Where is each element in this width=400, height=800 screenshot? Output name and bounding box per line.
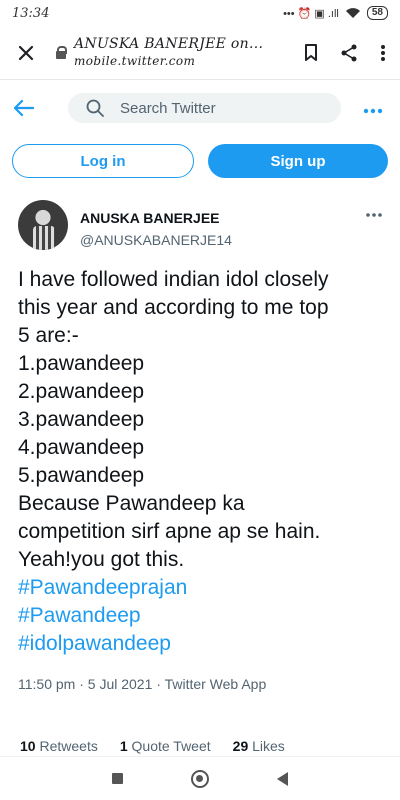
user-handle[interactable]: @ANUSKABANERJE14 <box>80 229 232 251</box>
retweets-count: 10 <box>20 738 36 754</box>
more-options-button[interactable] <box>363 103 383 114</box>
search-input[interactable]: Search Twitter <box>68 93 341 123</box>
auth-buttons: Log in Sign up <box>12 144 388 178</box>
bookmark-button[interactable] <box>304 43 318 62</box>
more-horizontal-icon <box>366 213 382 217</box>
lock-icon <box>56 46 67 59</box>
likes-label: Likes <box>252 738 285 754</box>
browser-toolbar: ANUSKA BANERJEE on... mobile.twitter.com <box>0 26 400 80</box>
status-indicator-icons: ••• ⏰ ▣ .ıll <box>283 7 339 20</box>
tweet-timestamp[interactable]: 11:50 pm · 5 Jul 2021 · Twitter Web App <box>18 676 382 692</box>
arrow-left-icon <box>14 100 34 116</box>
url-block[interactable]: ANUSKA BANERJEE on... mobile.twitter.com <box>42 36 304 70</box>
search-placeholder: Search Twitter <box>120 99 216 117</box>
retweets-stat[interactable]: 10 Retweets <box>20 738 98 754</box>
bookmark-icon <box>305 43 317 61</box>
likes-stat[interactable]: 29 Likes <box>233 738 285 754</box>
home-button[interactable] <box>191 769 209 788</box>
more-vertical-icon <box>381 44 385 61</box>
close-tab-button[interactable] <box>10 37 42 69</box>
tweet-line: competition sirf apne ap se hain. <box>18 520 321 543</box>
tweet-line: 1.pawandeep <box>18 352 145 375</box>
more-horizontal-icon <box>363 108 383 113</box>
page-title: ANUSKA BANERJEE on... <box>74 35 264 52</box>
hashtag-link[interactable]: #Pawandeeprajan <box>18 574 382 602</box>
menu-button[interactable] <box>380 44 386 62</box>
back-nav-button[interactable] <box>277 771 288 786</box>
share-button[interactable] <box>340 44 358 62</box>
tweet-line: 5.pawandeep <box>18 464 145 487</box>
tweet-text: I have followed indian idol closely this… <box>18 266 382 658</box>
close-icon <box>18 45 34 60</box>
twitter-header: Search Twitter <box>0 80 400 136</box>
battery-icon: 58 <box>366 6 388 20</box>
quotes-count: 1 <box>119 738 128 754</box>
tweet-line: this year and according to me top <box>18 296 329 319</box>
recents-button[interactable] <box>112 773 123 784</box>
tweet-line: 4.pawandeep <box>18 436 145 459</box>
tweet-line: I have followed indian idol closely <box>18 268 329 291</box>
tweet-line: 3.pawandeep <box>18 408 145 431</box>
signup-button[interactable]: Sign up <box>208 144 388 178</box>
tweet-line: Yeah!you got this. <box>18 548 185 571</box>
retweets-label: Retweets <box>39 738 98 754</box>
quotes-label: Quote Tweet <box>131 738 211 754</box>
page-url: mobile.twitter.com <box>74 53 196 68</box>
status-time: 13:34 <box>12 5 50 21</box>
tweet-header: ANUSKA BANERJEE @ANUSKABANERJE14 <box>18 200 382 252</box>
search-icon <box>86 99 104 117</box>
hashtag-link[interactable]: #idolpawandeep <box>18 630 382 658</box>
login-button[interactable]: Log in <box>12 144 194 178</box>
tweet-line: 2.pawandeep <box>18 380 145 403</box>
system-navigation-bar <box>0 756 400 800</box>
tweet: ANUSKA BANERJEE @ANUSKABANERJE14 I have … <box>0 200 400 692</box>
wifi-icon <box>345 8 360 18</box>
status-bar: 13:34 ••• ⏰ ▣ .ıll 58 <box>0 0 400 26</box>
status-icons: ••• ⏰ ▣ .ıll 58 <box>283 6 388 20</box>
tweet-line: 5 are:- <box>18 324 79 347</box>
tweet-more-button[interactable] <box>366 200 382 222</box>
tweet-line: Because Pawandeep ka <box>18 492 245 515</box>
back-button[interactable] <box>14 100 44 116</box>
display-name[interactable]: ANUSKA BANERJEE <box>80 207 232 229</box>
quotes-stat[interactable]: 1 Quote Tweet <box>120 738 211 754</box>
avatar[interactable] <box>18 200 68 250</box>
share-icon <box>341 44 357 61</box>
tweet-stats: 10 Retweets 1 Quote Tweet 29 Likes <box>20 738 285 754</box>
hashtag-link[interactable]: #Pawandeep <box>18 602 382 630</box>
likes-count: 29 <box>232 738 249 754</box>
